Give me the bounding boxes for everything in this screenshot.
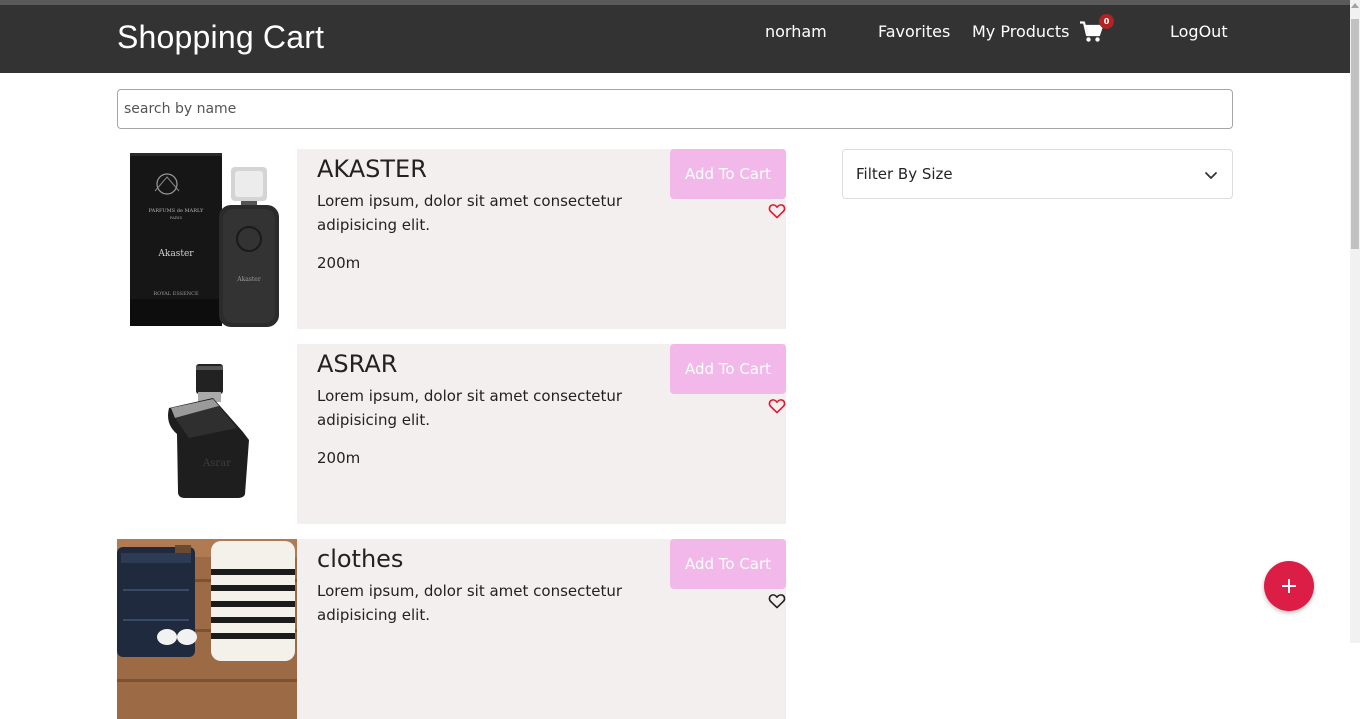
product-info: ASRAR Lorem ipsum, dolor sit amet consec… (297, 344, 786, 524)
product-info: clothes Lorem ipsum, dolor sit amet cons… (297, 539, 786, 719)
size-filter-select[interactable]: Filter By Size (842, 149, 1233, 199)
product-image: PARFUMS de MARLY PARIS Akaster ROYAL ESS… (117, 149, 297, 329)
box-brand-text: PARFUMS de MARLY (149, 208, 204, 214)
cart-count-badge: 0 (1099, 14, 1114, 29)
product-description: Lorem ipsum, dolor sit amet consectetur … (317, 387, 623, 429)
heart-icon[interactable] (768, 398, 786, 414)
chevron-down-icon (1205, 172, 1217, 179)
product-card: Asrar ASRAR Lorem ipsum, dolor sit amet … (117, 344, 786, 524)
add-to-cart-button[interactable]: Add To Cart (670, 149, 786, 199)
heart-icon[interactable] (768, 593, 786, 609)
top-navbar: Shopping Cart norham Favorites My Produc… (0, 5, 1350, 73)
filter-selected-value: Filter By Size (856, 165, 953, 183)
brand-title[interactable]: Shopping Cart (117, 19, 324, 56)
scrollbar-thumb[interactable] (1351, 19, 1359, 249)
nav-username[interactable]: norham (765, 22, 827, 41)
product-image: Asrar (117, 344, 297, 524)
product-title: AKASTER (317, 155, 427, 183)
akaster-perfume-image: PARFUMS de MARLY PARIS Akaster ROYAL ESS… (130, 153, 279, 327)
cart-button[interactable]: 0 (1080, 14, 1114, 45)
product-title: ASRAR (317, 350, 398, 378)
bottle-name-text: Akaster (236, 276, 261, 283)
product-size: 200m (317, 254, 361, 272)
nav-favorites[interactable]: Favorites (878, 22, 950, 41)
product-image (117, 539, 297, 719)
add-to-cart-button[interactable]: Add To Cart (670, 539, 786, 589)
add-product-fab[interactable] (1264, 561, 1314, 611)
nav-logout[interactable]: LogOut (1170, 22, 1228, 41)
search-input[interactable] (117, 89, 1233, 129)
scroll-up-arrow-icon[interactable] (1351, 3, 1359, 8)
product-size: 200m (317, 449, 361, 467)
product-card: PARFUMS de MARLY PARIS Akaster ROYAL ESS… (117, 149, 786, 329)
product-description: Lorem ipsum, dolor sit amet consectetur … (317, 582, 623, 624)
add-to-cart-button[interactable]: Add To Cart (670, 344, 786, 394)
box-city-text: PARIS (170, 215, 183, 220)
asrar-perfume-image: Asrar (168, 364, 249, 498)
nav-my-products[interactable]: My Products (972, 22, 1069, 41)
product-info: AKASTER Lorem ipsum, dolor sit amet cons… (297, 149, 786, 329)
product-description: Lorem ipsum, dolor sit amet consectetur … (317, 192, 623, 234)
box-name-text: Akaster (157, 249, 194, 259)
bottle-name-text: Asrar (202, 458, 231, 469)
box-line-text: ROYAL ESSENCE (153, 291, 199, 297)
clothes-image (117, 539, 297, 719)
heart-icon[interactable] (768, 203, 786, 219)
product-card: clothes Lorem ipsum, dolor sit amet cons… (117, 539, 786, 719)
product-title: clothes (317, 545, 404, 573)
